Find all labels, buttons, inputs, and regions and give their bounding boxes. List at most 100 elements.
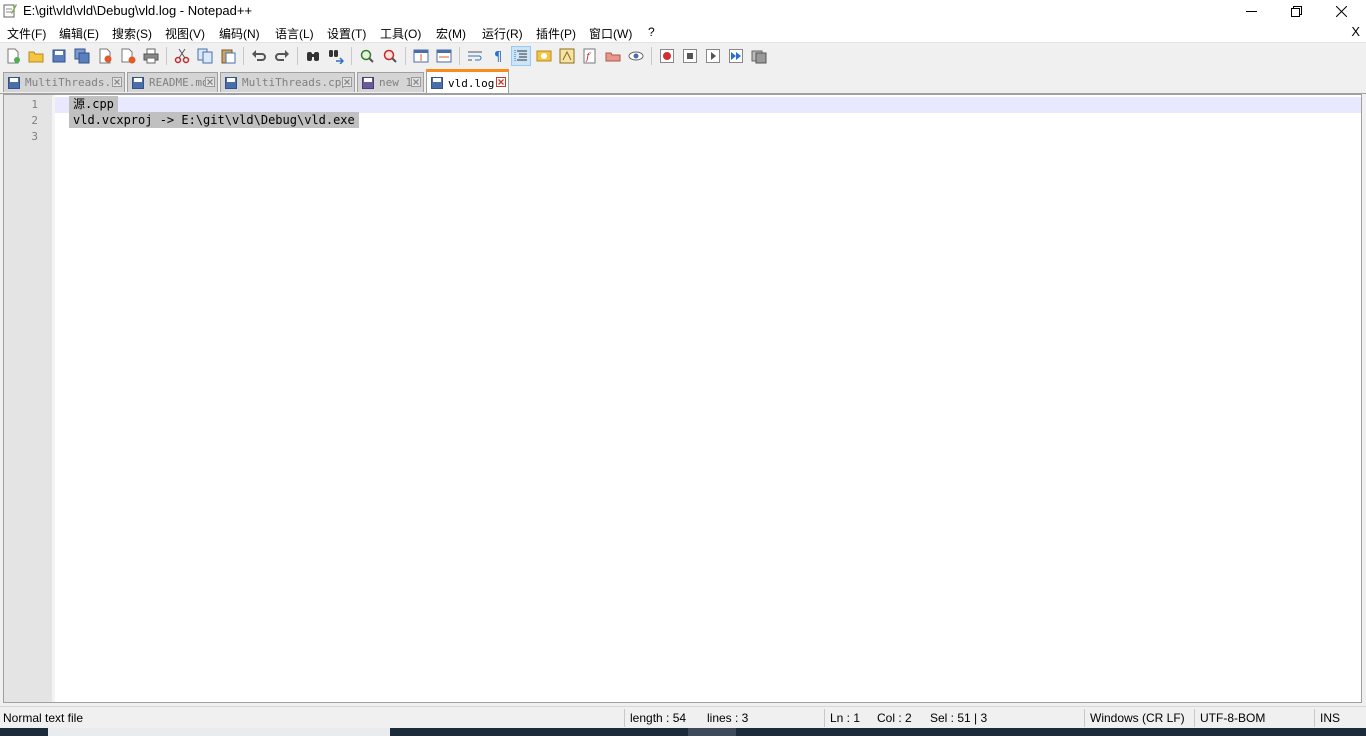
function-list-button[interactable]: f [580, 46, 600, 66]
copy-button[interactable] [195, 46, 215, 66]
zoom-in-button[interactable] [357, 46, 377, 66]
redo-button[interactable] [272, 46, 292, 66]
tab-close-icon[interactable] [342, 77, 352, 87]
restore-icon [1290, 5, 1302, 17]
show-all-characters-button[interactable]: ¶ [488, 46, 508, 66]
menu-language[interactable]: 语言(L) [275, 25, 314, 42]
redo-icon [275, 50, 289, 61]
save-all-button[interactable] [72, 46, 92, 66]
print-button[interactable] [141, 46, 161, 66]
tab-bar: MultiThreads.h README.md MultiThreads.cp… [0, 69, 1366, 94]
saved-file-icon [8, 77, 20, 89]
menu-plugins[interactable]: 插件(P) [536, 25, 576, 42]
record-macro-button[interactable] [657, 46, 677, 66]
new-file-button[interactable] [3, 46, 23, 66]
save-button[interactable] [49, 46, 69, 66]
folder-workspace-button[interactable] [603, 46, 623, 66]
taskbar-app-button[interactable] [688, 728, 736, 736]
paste-button[interactable] [218, 46, 238, 66]
menu-macro[interactable]: 宏(M) [436, 25, 466, 42]
toolbar-separator [459, 47, 460, 65]
close-file-button[interactable] [95, 46, 115, 66]
stop-record-button[interactable] [680, 46, 700, 66]
toolbar-separator [351, 47, 352, 65]
tab-label: vld.log [448, 77, 495, 90]
tab-vld-log[interactable]: vld.log [426, 69, 509, 93]
open-file-button[interactable] [26, 46, 46, 66]
word-wrap-icon [468, 51, 482, 61]
find-icon [307, 52, 319, 61]
menu-bar: 文件(F) 编辑(E) 搜索(S) 视图(V) 编码(N) 语言(L) 设置(T… [0, 22, 1366, 42]
menu-encoding[interactable]: 编码(N) [219, 25, 260, 42]
column-status: Col : 2 [877, 711, 912, 725]
user-language-button[interactable] [534, 46, 554, 66]
close-window-button[interactable] [1318, 0, 1364, 22]
toolbar: ¶ f [0, 42, 1366, 69]
svg-text:¶: ¶ [494, 50, 502, 64]
status-separator [1194, 709, 1195, 727]
record-macro-icon [660, 49, 674, 63]
sync-horizontal-icon [436, 49, 452, 63]
restore-button[interactable] [1273, 0, 1319, 22]
menu-search[interactable]: 搜索(S) [112, 25, 152, 42]
taskbar-search-box[interactable] [48, 728, 390, 736]
status-bar: Normal text file length : 54 lines : 3 L… [0, 706, 1366, 729]
menu-file[interactable]: 文件(F) [7, 25, 46, 42]
tab-multithreads-cpp[interactable]: MultiThreads.cpp [220, 72, 355, 92]
tab-close-icon[interactable] [496, 77, 506, 87]
new-file-icon [7, 48, 20, 64]
status-separator [1314, 709, 1315, 727]
close-all-button[interactable] [118, 46, 138, 66]
cut-button[interactable] [172, 46, 192, 66]
monitoring-button[interactable] [626, 46, 646, 66]
minimize-button[interactable] [1228, 0, 1274, 22]
undo-button[interactable] [249, 46, 269, 66]
sync-vertical-button[interactable] [411, 46, 431, 66]
close-document-button[interactable]: X [1351, 24, 1360, 39]
tab-label: README.md [149, 76, 209, 89]
tab-close-icon[interactable] [411, 77, 421, 87]
toolbar-separator [297, 47, 298, 65]
saved-file-icon [225, 77, 237, 89]
monitoring-icon [628, 51, 644, 61]
sync-horizontal-button[interactable] [434, 46, 454, 66]
menu-view[interactable]: 视图(V) [165, 25, 205, 42]
menu-edit[interactable]: 编辑(E) [59, 25, 99, 42]
tab-readme-md[interactable]: README.md [127, 72, 218, 92]
title-bar: E:\git\vld\vld\Debug\vld.log - Notepad++ [0, 0, 1366, 22]
replace-button[interactable] [326, 46, 346, 66]
line-number: 2 [31, 114, 38, 127]
menu-window[interactable]: 窗口(W) [589, 25, 632, 42]
toolbar-separator [166, 47, 167, 65]
minimize-icon [1245, 10, 1257, 12]
run-macro-multiple-button[interactable] [726, 46, 746, 66]
play-macro-button[interactable] [703, 46, 723, 66]
window-title: E:\git\vld\vld\Debug\vld.log - Notepad++ [23, 3, 253, 18]
tab-close-icon[interactable] [112, 77, 122, 87]
text-editor[interactable]: 1 2 3 源.cpp vld.vcxproj -> E:\git\vld\De… [3, 94, 1362, 703]
tab-new-1[interactable]: new 1 [357, 72, 424, 92]
code-line[interactable]: vld.vcxproj -> E:\git\vld\Debug\vld.exe [69, 112, 359, 128]
save-all-icon [74, 48, 90, 64]
indent-guide-button[interactable] [511, 46, 531, 66]
tab-multithreads-h[interactable]: MultiThreads.h [3, 72, 125, 92]
tab-close-icon[interactable] [205, 77, 215, 87]
zoom-out-button[interactable] [380, 46, 400, 66]
saved-file-icon [431, 77, 443, 89]
menu-tools[interactable]: 工具(O) [380, 25, 421, 42]
menu-help[interactable]: ? [648, 25, 655, 39]
find-button[interactable] [303, 46, 323, 66]
menu-settings[interactable]: 设置(T) [327, 25, 366, 42]
save-icon [52, 49, 66, 63]
document-map-button[interactable] [557, 46, 577, 66]
save-macro-icon [751, 50, 767, 64]
cut-icon [174, 48, 190, 64]
doc-map-icon [559, 48, 575, 64]
user-language-icon [536, 50, 552, 62]
menu-run[interactable]: 运行(R) [482, 25, 523, 42]
length-status: length : 54 [630, 711, 687, 725]
save-macro-button[interactable] [749, 46, 769, 66]
unsaved-file-icon [362, 77, 374, 89]
code-line[interactable]: 源.cpp [69, 96, 118, 112]
word-wrap-button[interactable] [465, 46, 485, 66]
